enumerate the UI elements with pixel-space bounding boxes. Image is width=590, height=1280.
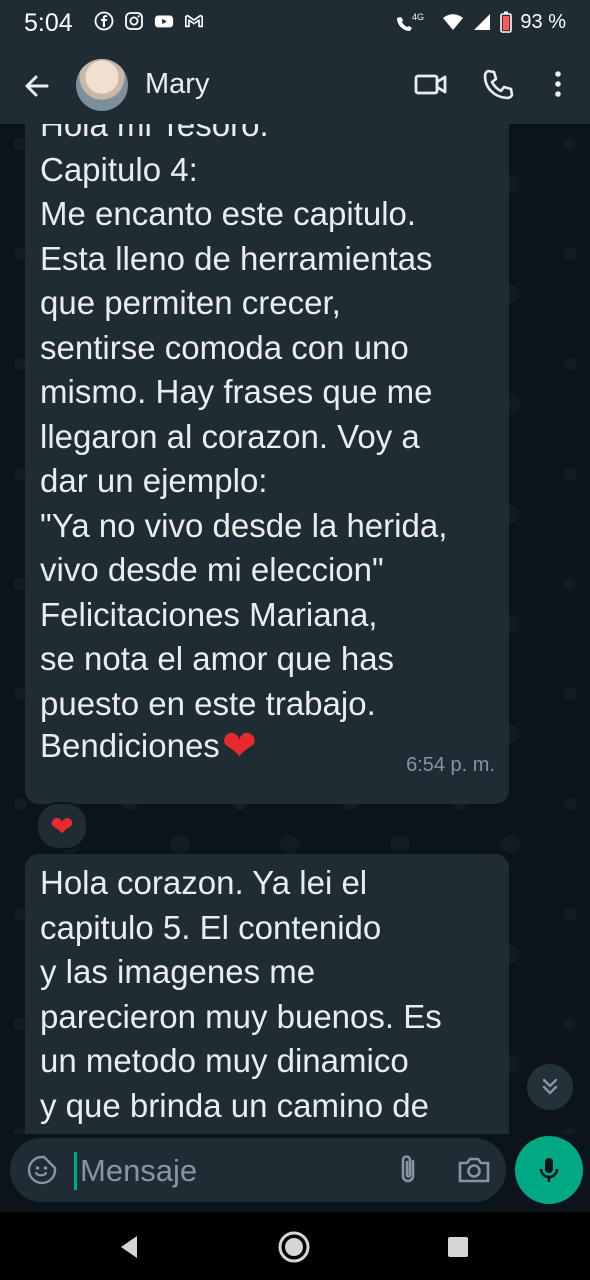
network-label: 4G: [412, 12, 424, 22]
message-text: Hola corazon. Ya lei el capitulo 5. El c…: [40, 864, 442, 1124]
nav-recents-button[interactable]: [441, 1230, 475, 1264]
message-time: 6:54 p. m.: [406, 754, 495, 776]
instagram-icon: [124, 11, 144, 31]
youtube-icon: [154, 11, 174, 31]
system-navigation-bar: [0, 1212, 590, 1280]
sticker-smiley-icon: [27, 1155, 57, 1185]
status-bar: 5:04 4G 93 %: [0, 0, 590, 46]
back-button[interactable]: [18, 68, 54, 104]
battery-icon: [500, 11, 513, 33]
status-time: 5:04: [24, 9, 73, 37]
camera-icon: [458, 1157, 490, 1183]
triangle-back-icon: [121, 1236, 137, 1258]
reaction-heart-emoji: ❤: [50, 810, 74, 842]
message-reaction[interactable]: ❤: [36, 802, 88, 850]
text-cursor: [74, 1152, 77, 1190]
wifi-icon: [443, 14, 464, 30]
call-4g-icon: 4G: [397, 12, 424, 31]
camera-button[interactable]: [456, 1152, 492, 1188]
heart-emoji: ❤: [221, 722, 257, 769]
nav-back-button[interactable]: [112, 1230, 146, 1264]
emoji-button[interactable]: [26, 1154, 58, 1186]
scroll-to-bottom-button[interactable]: [527, 1064, 573, 1110]
voice-call-button[interactable]: [480, 66, 516, 102]
gmail-icon: [184, 11, 204, 31]
chat-header: Mary: [0, 46, 590, 124]
facebook-icon: [94, 11, 114, 31]
double-chevron-down-icon: [542, 1078, 558, 1095]
message-closing: Bendiciones: [40, 727, 220, 764]
voice-message-button[interactable]: [515, 1136, 583, 1204]
signal-icon: [474, 14, 491, 30]
battery-percent: 93 %: [520, 10, 566, 33]
message-bubble[interactable]: Hola corazon. Ya lei el capitulo 5. El c…: [25, 854, 509, 1134]
notification-icons: [94, 11, 204, 31]
contact-name[interactable]: Mary: [145, 68, 209, 101]
arrow-left-icon: [25, 75, 49, 97]
contact-avatar[interactable]: [76, 59, 128, 111]
phone-icon: [483, 69, 514, 100]
chat-area[interactable]: Hola mi Tesoro. Capitulo 4: Me encanto e…: [0, 124, 590, 1134]
attach-button[interactable]: [392, 1152, 426, 1188]
nav-home-button[interactable]: [277, 1230, 311, 1264]
message-closing-line: Bendiciones ❤: [40, 724, 257, 768]
video-camera-icon: [414, 74, 447, 95]
microphone-icon: [539, 1158, 559, 1182]
paperclip-icon: [401, 1155, 415, 1183]
square-recents-icon: [448, 1237, 468, 1257]
message-text: Hola mi Tesoro. Capitulo 4: Me encanto e…: [40, 124, 448, 722]
video-call-button[interactable]: [413, 66, 449, 102]
system-indicators: 4G 93 %: [394, 10, 566, 34]
more-vertical-icon: [555, 71, 561, 97]
circle-home-icon: [278, 1231, 310, 1263]
message-input[interactable]: [78, 1146, 382, 1196]
message-bubble[interactable]: Hola mi Tesoro. Capitulo 4: Me encanto e…: [25, 124, 509, 804]
more-options-button[interactable]: [540, 66, 576, 102]
message-composer: [10, 1138, 506, 1202]
